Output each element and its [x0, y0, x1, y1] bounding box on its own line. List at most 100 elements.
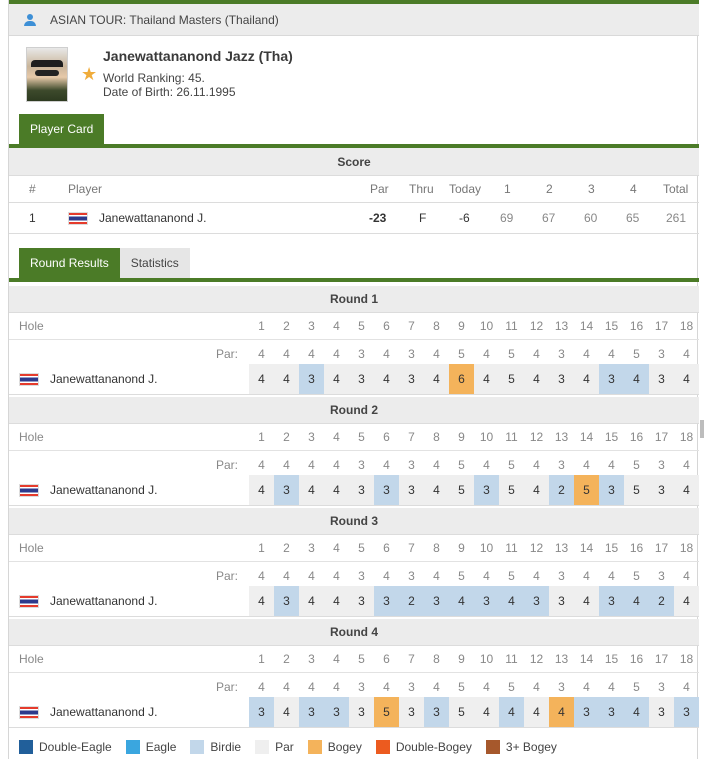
player-details: World Ranking: 45. Date of Birth: 26.11.…	[103, 71, 236, 99]
hole-number: 11	[505, 430, 518, 444]
score-r3: 60	[584, 211, 598, 225]
score-r4: 65	[626, 211, 640, 225]
col-total: Total	[663, 182, 689, 196]
hole-number: 3	[308, 541, 315, 555]
par-value: 4	[433, 457, 440, 472]
thailand-flag-icon	[19, 373, 39, 386]
par-value: 3	[558, 568, 565, 583]
hole-score: 3	[349, 586, 374, 616]
hole-number: 8	[433, 541, 440, 555]
hole-number: 11	[505, 541, 518, 555]
par-value: 3	[558, 457, 565, 472]
hole-number: 13	[554, 430, 569, 444]
hole-score: 4	[299, 475, 324, 505]
par-row: Par: 4 4 4 4 3 4 3 4 5 4 5 4 3 4 4 5 3 4	[9, 673, 699, 700]
player-card-panel: ASIAN TOUR: Thailand Masters (Thailand) …	[8, 0, 699, 759]
hole-number: 16	[629, 541, 644, 555]
hole-number: 1	[258, 652, 265, 666]
result-row[interactable]: Janewattananond J. 4 3 4 4 3 3 2 3 4 3 4 3 3 4 3 4 2 4	[9, 586, 699, 617]
par-value: 4	[683, 457, 690, 472]
hole-score: 3	[649, 364, 674, 394]
legend-swatch	[485, 740, 500, 754]
par-value: 4	[308, 568, 315, 583]
result-player[interactable]: Janewattananond J.	[50, 586, 157, 616]
hole-score: 4	[474, 697, 499, 727]
hole-score: 3	[549, 364, 574, 394]
hole-number: 5	[358, 319, 365, 333]
par-value: 4	[608, 568, 615, 583]
hole-score: 4	[474, 364, 499, 394]
player-name: Janewattananond Jazz (Tha)	[103, 48, 293, 64]
par-value: 4	[583, 568, 590, 583]
par-value: 4	[533, 346, 540, 361]
legend-swatch	[190, 740, 205, 754]
hole-number: 5	[358, 541, 365, 555]
legend-label: 3+ Bogey	[505, 740, 557, 754]
par-value: 5	[633, 346, 640, 361]
result-row[interactable]: Janewattananond J. 4 4 3 4 3 4 3 4 6 4 5 4 3 4 3 4 3 4	[9, 364, 699, 395]
par-value: 4	[683, 568, 690, 583]
result-player[interactable]: Janewattananond J.	[50, 697, 157, 727]
result-player[interactable]: Janewattananond J.	[50, 364, 157, 394]
player-photo	[26, 47, 68, 102]
legend-label: Birdie	[210, 740, 242, 754]
par-value: 4	[608, 679, 615, 694]
par-value: 4	[383, 457, 390, 472]
round-title: Round 3	[9, 508, 699, 535]
hole-label: Hole	[19, 652, 44, 666]
hole-score: 3	[649, 475, 674, 505]
par-value: 4	[433, 568, 440, 583]
thailand-flag-icon	[19, 484, 39, 497]
par-value: 3	[658, 346, 665, 361]
par-value: 4	[383, 568, 390, 583]
hole-number: 8	[433, 652, 440, 666]
score-row[interactable]: 1 Janewattananond J. -23 F -6 69 67 60 6…	[9, 203, 699, 234]
result-row[interactable]: Janewattananond J. 4 3 4 4 3 3 3 4 5 3 5 4 2 5 3 5 3 4	[9, 475, 699, 506]
hole-score: 3	[299, 697, 324, 727]
hole-number: 6	[383, 319, 390, 333]
legend-swatch	[125, 740, 140, 754]
star-icon[interactable]: ★	[81, 65, 97, 83]
par-value: 3	[558, 346, 565, 361]
legend-swatch	[375, 740, 390, 754]
tab-statistics[interactable]: Statistics	[119, 248, 190, 278]
hole-number: 15	[604, 319, 619, 333]
legend-swatch	[307, 740, 322, 754]
hole-number: 7	[408, 541, 415, 555]
par-value: 5	[633, 457, 640, 472]
par-value: 4	[533, 457, 540, 472]
score-columns: # Player Par Thru Today 1 2 3 4 Total	[9, 176, 699, 203]
tab-player-card[interactable]: Player Card	[19, 114, 105, 144]
hole-score: 5	[374, 697, 399, 727]
hole-score: 3	[474, 475, 499, 505]
hole-number: 17	[654, 652, 669, 666]
par-value: 5	[633, 568, 640, 583]
legend-swatch	[255, 740, 270, 754]
hole-number: 10	[479, 319, 494, 333]
legend-label: Bogey	[327, 740, 362, 754]
par-value: 4	[258, 457, 265, 472]
round-title: Round 4	[9, 619, 699, 646]
hole-score: 4	[624, 586, 649, 616]
legend-label: Eagle	[145, 740, 177, 754]
par-value: 3	[358, 457, 365, 472]
hole-score: 5	[624, 475, 649, 505]
col-r3: 3	[588, 182, 595, 196]
col-r4: 4	[630, 182, 637, 196]
scrollbar-thumb[interactable]	[700, 420, 704, 438]
par-label: Par:	[216, 346, 239, 361]
par-value: 4	[333, 457, 340, 472]
par-value: 5	[458, 568, 465, 583]
score-player[interactable]: Janewattananond J.	[99, 203, 206, 233]
result-row[interactable]: Janewattananond J. 3 4 3 3 3 5 3 3 5 4 4 4 4 3 3 4 3 3	[9, 697, 699, 728]
par-value: 4	[333, 679, 340, 694]
hole-score: 3	[249, 697, 274, 727]
par-value: 5	[508, 346, 515, 361]
par-value: 4	[433, 346, 440, 361]
hole-score: 3	[349, 364, 374, 394]
legend-item: Par	[255, 740, 294, 754]
result-player[interactable]: Janewattananond J.	[50, 475, 157, 505]
hole-score: 3	[474, 586, 499, 616]
tab-round-results[interactable]: Round Results	[19, 248, 120, 278]
legend-item: Bogey	[307, 740, 362, 754]
